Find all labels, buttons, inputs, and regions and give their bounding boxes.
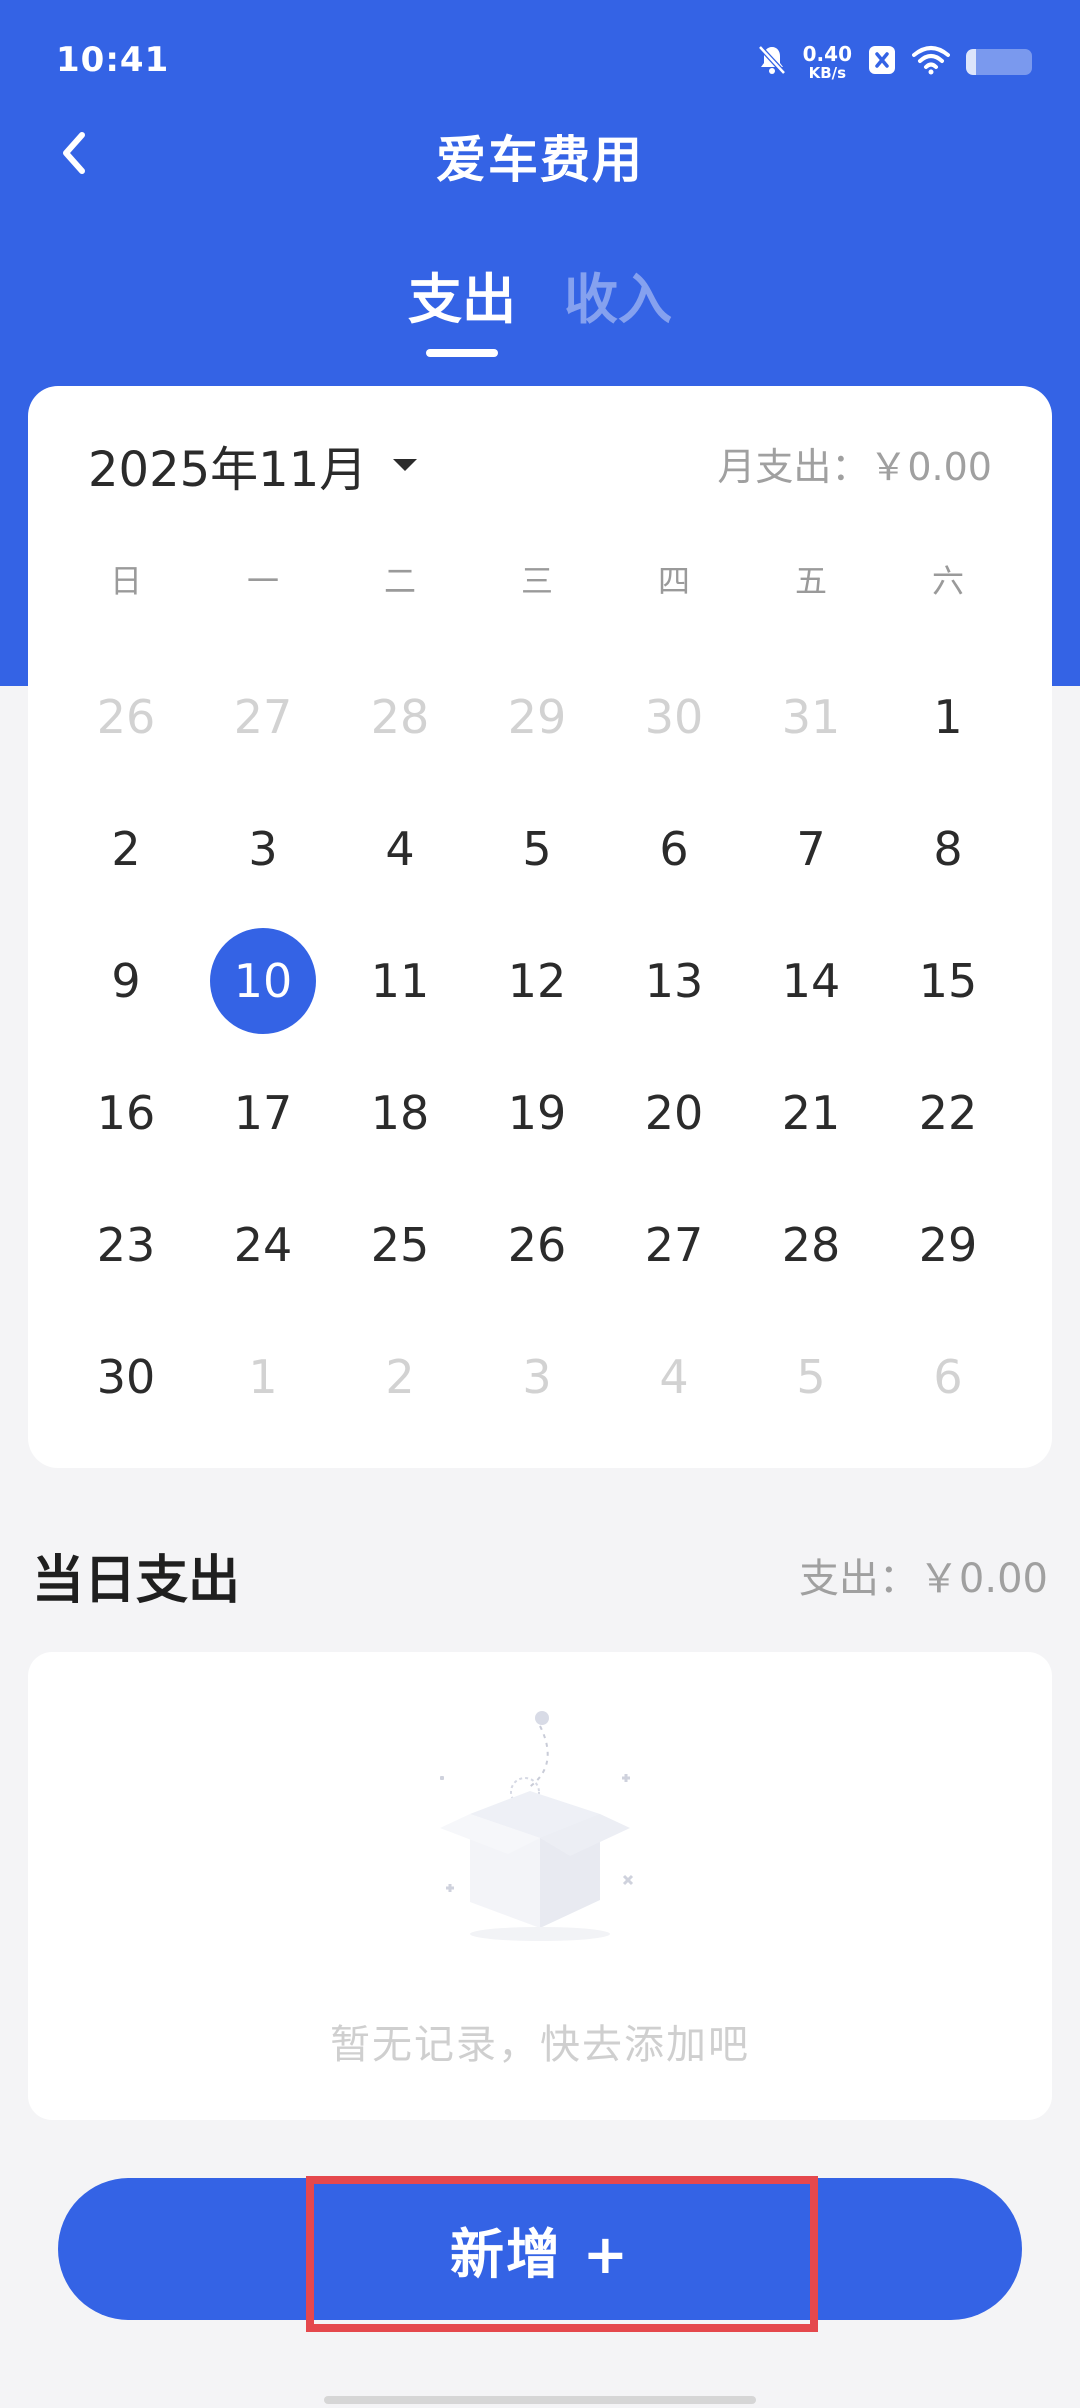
calendar-day[interactable]: 3 — [482, 1322, 592, 1432]
tab-expense[interactable]: 支出 — [408, 255, 516, 334]
calendar-day[interactable]: 7 — [756, 794, 866, 904]
nav-bar: 爱车费用 — [0, 110, 1080, 200]
calendar-day[interactable]: 4 — [345, 794, 455, 904]
calendar-day[interactable]: 31 — [756, 662, 866, 772]
net-speed: 0.40 KB/s — [803, 44, 852, 81]
calendar-day[interactable]: 15 — [893, 926, 1003, 1036]
calendar-day[interactable]: 23 — [71, 1190, 181, 1300]
calendar-day[interactable]: 1 — [208, 1322, 318, 1432]
calendar-day[interactable]: 26 — [71, 662, 181, 772]
calendar-day-selected[interactable]: 10 — [210, 928, 316, 1034]
calendar-day[interactable]: 4 — [619, 1322, 729, 1432]
calendar-day[interactable]: 6 — [893, 1322, 1003, 1432]
calendar-day[interactable]: 29 — [482, 662, 592, 772]
weekday-label: 三 — [520, 562, 553, 600]
empty-message: 暂无记录，快去添加吧 — [330, 2022, 750, 2068]
wifi-icon — [912, 45, 950, 79]
tab-bar: 支出 收入 — [0, 255, 1080, 365]
calendar-day[interactable]: 1 — [893, 662, 1003, 772]
calendar-day[interactable]: 27 — [208, 662, 318, 772]
weekday-label: 五 — [794, 562, 827, 600]
empty-box-icon — [440, 1711, 634, 1941]
calendar-day[interactable]: 16 — [71, 1058, 181, 1168]
weekday-label: 二 — [383, 562, 416, 600]
weekday-label: 四 — [657, 562, 690, 600]
calendar-day[interactable]: 13 — [619, 926, 729, 1036]
net-speed-unit: KB/s — [808, 63, 847, 82]
weekday-label: 一 — [246, 562, 279, 600]
calendar-day[interactable]: 25 — [345, 1190, 455, 1300]
calendar-day[interactable]: 24 — [208, 1190, 318, 1300]
status-bar: 10:41 0.40 KB/s — [0, 0, 1080, 124]
calendar-day[interactable]: 11 — [345, 926, 455, 1036]
calendar-day[interactable]: 21 — [756, 1058, 866, 1168]
x-box-icon — [868, 45, 896, 79]
calendar-day[interactable]: 20 — [619, 1058, 729, 1168]
calendar-day[interactable]: 29 — [893, 1190, 1003, 1300]
weekday-label: 六 — [931, 562, 964, 600]
calendar-day[interactable]: 18 — [345, 1058, 455, 1168]
status-icons: 0.40 KB/s — [757, 40, 1032, 84]
calendar-day[interactable]: 5 — [756, 1322, 866, 1432]
caret-down-icon — [393, 459, 418, 471]
calendar-day[interactable]: 6 — [619, 794, 729, 904]
page-title: 爱车费用 — [436, 131, 644, 189]
month-expense-total: 月支出：￥0.00 — [717, 445, 992, 489]
month-label: 2025年11月 — [88, 442, 368, 498]
month-selector[interactable]: 2025年11月 — [88, 430, 418, 500]
calendar-day[interactable]: 30 — [71, 1322, 181, 1432]
weekday-label: 日 — [109, 562, 142, 600]
calendar-day[interactable]: 28 — [345, 662, 455, 772]
calendar-day[interactable]: 3 — [208, 794, 318, 904]
mute-bell-icon — [757, 44, 787, 80]
calendar-day[interactable]: 12 — [482, 926, 592, 1036]
battery-fill — [966, 49, 976, 75]
calendar-day[interactable]: 2 — [71, 794, 181, 904]
status-time: 10:41 — [56, 40, 170, 80]
calendar-day[interactable]: 30 — [619, 662, 729, 772]
calendar-day[interactable]: 5 — [482, 794, 592, 904]
battery-icon — [966, 49, 1032, 75]
calendar-day[interactable]: 27 — [619, 1190, 729, 1300]
calendar-day[interactable]: 19 — [482, 1058, 592, 1168]
calendar-day[interactable]: 26 — [482, 1190, 592, 1300]
calendar-day[interactable]: 22 — [893, 1058, 1003, 1168]
daily-expense-total: 支出：￥0.00 — [798, 1556, 1048, 1602]
tab-indicator — [426, 349, 498, 357]
calendar-day[interactable]: 2 — [345, 1322, 455, 1432]
calendar-card: 2025年11月 月支出：￥0.00 日一二三四五六 26 27 28 29 30 31 1… — [28, 386, 1052, 1468]
net-speed-value: 0.40 — [802, 41, 852, 66]
weekday-header: 日一二三四五六 — [28, 556, 1052, 606]
page: 10:41 0.40 KB/s 爱车费用 支出 收入 2025年11月 月支出：… — [0, 0, 1080, 2408]
daily-expense-title: 当日支出 — [32, 1551, 241, 1611]
tab-income[interactable]: 收入 — [564, 255, 672, 334]
calendar-day[interactable]: 17 — [208, 1058, 318, 1168]
calendar-day[interactable]: 14 — [756, 926, 866, 1036]
calendar-day[interactable]: 9 — [71, 926, 181, 1036]
empty-records-card: 暂无记录，快去添加吧 — [28, 1652, 1052, 2120]
home-indicator — [324, 2396, 756, 2404]
calendar-day[interactable]: 8 — [893, 794, 1003, 904]
calendar-day[interactable]: 28 — [756, 1190, 866, 1300]
add-record-button[interactable]: 新增 + — [58, 2178, 1022, 2320]
